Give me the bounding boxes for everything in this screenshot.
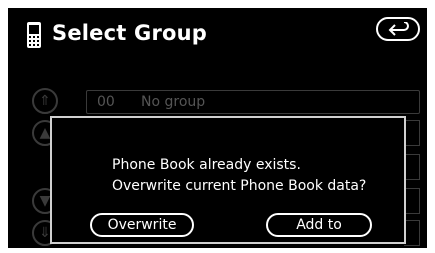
confirm-dialog: Phone Book already exists. Overwrite cur… (50, 116, 406, 244)
mobile-phone-icon (24, 21, 44, 49)
add-to-button[interactable]: Add to (266, 213, 372, 237)
page-title: Select Group (52, 21, 208, 45)
list-item[interactable] (404, 120, 420, 146)
dialog-message-line2: Overwrite current Phone Book data? (112, 178, 367, 194)
return-button[interactable] (376, 17, 420, 41)
list-item[interactable] (404, 220, 420, 246)
page-up-icon[interactable]: ⇑ (32, 88, 58, 114)
list-item[interactable] (404, 188, 420, 214)
overwrite-button[interactable]: Overwrite (90, 213, 194, 237)
dialog-message-line1: Phone Book already exists. (112, 157, 301, 173)
list-item[interactable] (404, 154, 420, 180)
list-item[interactable]: 00 No group (86, 90, 420, 114)
screen: Select Group ⇑ ▲ ▼ ⇓ 00 No group Phone B… (8, 8, 427, 248)
list-item-number: 00 (97, 94, 115, 110)
list-item-label: No group (141, 94, 206, 110)
return-arrow-icon (388, 22, 409, 36)
